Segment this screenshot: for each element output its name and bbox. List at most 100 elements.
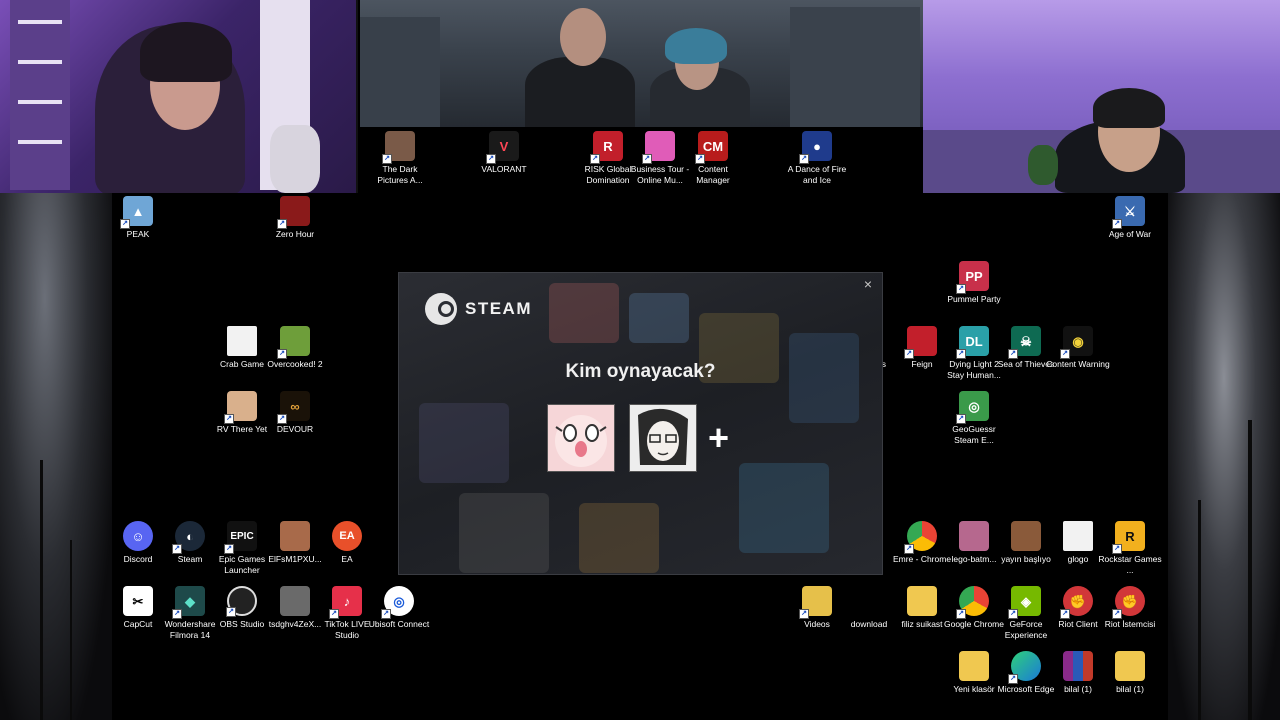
icon-label: GeoGuessr Steam E...: [952, 424, 996, 445]
capcut-icon: ✂: [123, 586, 153, 616]
desktop-icon-devour[interactable]: ∞ ↗ DEVOUR: [263, 391, 327, 435]
desktop-icon-zero-hour[interactable]: ↗ Zero Hour: [263, 196, 327, 240]
character-hair: [665, 28, 727, 64]
bg-tile: [549, 283, 619, 343]
desktop-icon-ea[interactable]: EA EA: [315, 521, 379, 565]
desktop-icon-content-manager[interactable]: CM ↗ Content Manager: [681, 131, 745, 186]
folder-icon: ↗: [799, 586, 832, 619]
valorant-icon: V ↗: [486, 131, 519, 164]
icon-label: A Dance of Fire and Ice: [787, 164, 847, 185]
desktop-icon-riot-istemcisi[interactable]: ✊ ↗ Riot İstemcisi: [1098, 586, 1162, 630]
discord-icon: ☺: [123, 521, 153, 551]
feign-icon: ↗: [904, 326, 937, 359]
bg-tile: [459, 493, 549, 573]
desktop-icon-overcooked[interactable]: ↗ Overcooked! 2: [263, 326, 327, 370]
edge-icon: ↗: [1008, 651, 1041, 684]
close-button[interactable]: ×: [860, 276, 876, 292]
avatar-face-icon: [548, 405, 614, 471]
sea-of-thieves-icon: ☠ ↗: [1008, 326, 1041, 359]
chrome-icon: ↗: [956, 586, 989, 619]
microphone: [270, 125, 320, 193]
obs-icon: ↗: [226, 586, 257, 617]
building: [360, 17, 440, 127]
desktop-icon-dark-pictures[interactable]: ↗ The Dark Pictures A...: [368, 131, 432, 186]
plant: [1028, 145, 1058, 185]
shelf-board: [18, 60, 62, 64]
account-avatar-1[interactable]: [547, 404, 615, 472]
bg-tile: [629, 293, 689, 343]
pummel-party-icon: PP ↗: [956, 261, 989, 294]
archive-icon: [1063, 651, 1093, 681]
shelf-board: [18, 100, 62, 104]
wallpaper-right: [1168, 193, 1280, 720]
ea-icon: EA: [332, 521, 362, 551]
desktop-icon-valorant[interactable]: V ↗ VALORANT: [472, 131, 536, 175]
icon-label: Age of War: [1108, 229, 1152, 239]
tree-silhouette: [1198, 500, 1201, 720]
desktop-icon-dance-of-fire[interactable]: ● ↗ A Dance of Fire and Ice: [785, 131, 849, 186]
peak-icon: ▲ ↗: [120, 196, 153, 229]
account-avatar-2[interactable]: [629, 404, 697, 472]
riot-icon: ✊ ↗: [1112, 586, 1145, 619]
icon-label: PEAK: [126, 229, 150, 239]
overcooked-icon: ↗: [277, 326, 310, 359]
character-head: [560, 8, 606, 66]
desktop-icon-rockstar[interactable]: R ↗ Rockstar Games ...: [1098, 521, 1162, 576]
steam-brand-text: STEAM: [465, 299, 532, 318]
desktop-icon-geoguessr[interactable]: ◎ ↗ GeoGuessr Steam E...: [942, 391, 1006, 446]
zero-hour-icon: ↗: [277, 196, 310, 229]
tree-silhouette: [1248, 420, 1252, 720]
file-icon: [1063, 521, 1093, 551]
filmora-icon: ◆ ↗: [172, 586, 205, 619]
image-file-icon: [280, 586, 310, 616]
rockstar-icon: R ↗: [1112, 521, 1145, 554]
folder-icon: [1115, 651, 1145, 681]
image-file-icon: [1011, 521, 1041, 551]
icon-label: bilal (1): [1116, 684, 1144, 694]
rv-there-yet-icon: ↗: [224, 391, 257, 424]
dance-of-fire-icon: ● ↗: [799, 131, 832, 164]
geoguessr-icon: ◎ ↗: [956, 391, 989, 424]
desktop-icon-content-warning[interactable]: ◉ ↗ Content Warning: [1046, 326, 1110, 370]
headphones: [1093, 88, 1165, 128]
icon-label: Rockstar Games ...: [1098, 554, 1162, 575]
bg-tile: [419, 403, 509, 483]
epic-games-icon: EPIC ↗: [224, 521, 257, 554]
tiktok-icon: ♪ ↗: [329, 586, 362, 619]
bg-tile: [739, 463, 829, 553]
steam-logo: STEAM: [425, 293, 532, 325]
wallpaper-left: [0, 193, 112, 720]
chrome-icon: ↗: [904, 521, 937, 554]
bookshelf: [10, 0, 70, 190]
risk-icon: R ↗: [590, 131, 623, 164]
age-of-war-icon: ⚔ ↗: [1112, 196, 1145, 229]
webcam-left: [0, 0, 358, 193]
icon-label: Riot İstemcisi: [1104, 619, 1156, 629]
business-tour-icon: ↗: [642, 131, 675, 164]
steam-icon: ◐ ↗: [172, 521, 205, 554]
icon-label: The Dark Pictures A...: [377, 164, 423, 185]
icon-label: Zero Hour: [275, 229, 315, 239]
tree-silhouette: [70, 540, 72, 720]
riot-icon: ✊ ↗: [1060, 586, 1093, 619]
content-warning-icon: ◉ ↗: [1060, 326, 1093, 359]
ubisoft-icon: ◎ ↗: [381, 586, 414, 619]
image-file-icon: [280, 521, 310, 551]
dark-pictures-icon: ↗: [382, 131, 415, 164]
icon-label: Ubisoft Connect: [368, 619, 430, 629]
content-manager-icon: CM ↗: [695, 131, 728, 164]
icon-label: Content Manager: [696, 164, 730, 185]
icon-label: Pummel Party: [947, 294, 1001, 304]
desktop-icon-peak[interactable]: ▲ ↗ PEAK: [106, 196, 170, 240]
add-account-button[interactable]: +: [708, 420, 729, 456]
who-is-playing-title: Kim oynayacak?: [565, 361, 716, 382]
shelf-board: [18, 140, 62, 144]
folder-icon: [907, 586, 937, 616]
desktop-icon-age-of-war[interactable]: ⚔ ↗ Age of War: [1098, 196, 1162, 240]
icon-label: DEVOUR: [276, 424, 314, 434]
desktop-icon-ubisoft[interactable]: ◎ ↗ Ubisoft Connect: [367, 586, 431, 630]
character-body: [525, 57, 635, 127]
desktop-icon-bilal-folder[interactable]: bilal (1): [1098, 651, 1162, 695]
streamer-hair: [140, 22, 232, 82]
desktop-icon-pummel-party[interactable]: PP ↗ Pummel Party: [942, 261, 1006, 305]
